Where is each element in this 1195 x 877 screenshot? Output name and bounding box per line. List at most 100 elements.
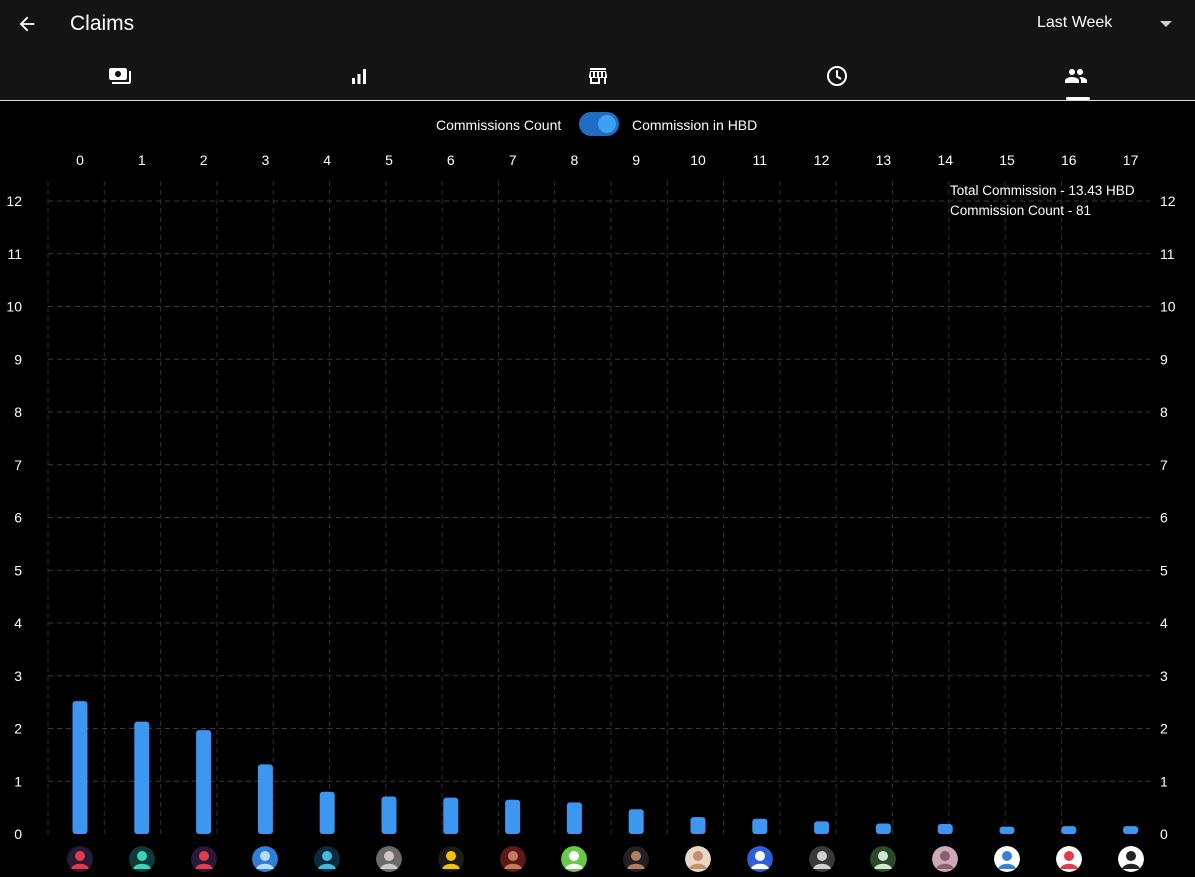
y-tick-right: 5	[1160, 562, 1168, 578]
user-avatar[interactable]	[994, 846, 1020, 872]
metric-toggle-row: Commissions Count Commission in HBD	[0, 112, 1195, 140]
x-tick-label: 5	[385, 152, 393, 168]
y-tick-right: 9	[1160, 351, 1168, 367]
tab-bar	[0, 52, 1195, 100]
user-avatar[interactable]	[932, 846, 959, 872]
y-tick-right: 2	[1160, 721, 1168, 737]
total-commission-text: Total Commission - 13.43 HBD	[950, 183, 1135, 198]
user-avatar[interactable]	[870, 846, 897, 872]
bar	[1123, 826, 1139, 834]
y-tick-right: 1	[1160, 773, 1168, 789]
bar	[381, 796, 397, 834]
user-avatar[interactable]	[376, 846, 402, 872]
y-tick-right: 4	[1160, 615, 1168, 631]
back-button[interactable]	[14, 11, 40, 37]
avatar-image-icon	[128, 846, 155, 872]
x-tick-label: 12	[814, 152, 830, 168]
x-tick-label: 0	[76, 152, 84, 168]
y-tick-left: 7	[14, 457, 22, 473]
user-avatar[interactable]	[1055, 846, 1082, 872]
tab-referrals[interactable]	[956, 52, 1195, 100]
x-tick-label: 13	[876, 152, 892, 168]
y-tick-left: 11	[7, 246, 22, 262]
y-tick-left: 5	[14, 562, 22, 578]
x-tick-label: 15	[999, 152, 1015, 168]
avatar-image-icon	[67, 846, 93, 872]
bar	[690, 817, 706, 834]
avatar-image-icon	[376, 846, 402, 872]
avatar-image-icon	[685, 846, 711, 872]
y-tick-left: 0	[14, 826, 22, 842]
bar	[319, 791, 335, 834]
page-title: Claims	[70, 12, 135, 35]
avatar-image-icon	[994, 846, 1020, 872]
people-icon	[1064, 69, 1087, 83]
user-avatar[interactable]	[190, 846, 217, 872]
date-range-value: Last Week	[1037, 14, 1113, 31]
avatar-image-icon	[623, 846, 650, 872]
arrow-back-icon	[19, 16, 35, 32]
avatar-image-icon	[561, 846, 588, 872]
avatar-image-icon	[499, 846, 526, 872]
user-avatar[interactable]	[437, 846, 464, 872]
clock-icon	[826, 66, 847, 86]
x-tick-label: 6	[447, 152, 455, 168]
bar	[999, 826, 1015, 834]
x-tick-label: 4	[323, 152, 331, 168]
user-avatar[interactable]	[67, 846, 93, 872]
y-tick-right: 7	[1160, 457, 1168, 473]
bar	[443, 797, 459, 834]
y-tick-left: 9	[14, 351, 22, 367]
y-tick-right: 12	[1160, 193, 1176, 209]
avatar-image-icon	[746, 846, 773, 872]
bar-chart-icon	[351, 69, 366, 84]
y-tick-right: 8	[1160, 404, 1168, 420]
tab-store[interactable]	[478, 52, 717, 100]
user-avatar[interactable]	[1117, 846, 1144, 872]
bar	[875, 823, 891, 834]
x-tick-label: 10	[690, 152, 706, 168]
y-tick-right: 3	[1160, 668, 1168, 684]
y-tick-left: 6	[14, 510, 22, 526]
user-avatar[interactable]	[314, 846, 341, 872]
date-range-dropdown[interactable]: Last Week	[1037, 12, 1177, 36]
y-tick-left: 4	[14, 615, 22, 631]
y-tick-left: 2	[14, 721, 22, 737]
x-tick-label: 11	[753, 152, 768, 168]
user-avatar[interactable]	[623, 846, 650, 872]
user-avatar[interactable]	[808, 846, 835, 872]
user-avatar[interactable]	[499, 846, 526, 872]
user-avatar[interactable]	[746, 846, 773, 872]
user-avatar[interactable]	[128, 846, 155, 872]
toggle-label-hbd: Commission in HBD	[632, 117, 758, 133]
bar	[814, 821, 830, 834]
bar	[134, 721, 150, 834]
bar	[1061, 826, 1077, 834]
y-tick-left: 10	[6, 299, 22, 315]
chart-summary: Total Commission - 13.43 HBD Commission …	[950, 181, 1135, 221]
x-tick-label: 17	[1123, 152, 1139, 168]
bar	[196, 730, 212, 834]
avatar-image-icon	[190, 846, 217, 872]
bar	[72, 701, 88, 834]
y-tick-left: 8	[14, 404, 22, 420]
y-tick-right: 0	[1160, 826, 1168, 842]
user-avatar[interactable]	[561, 846, 588, 872]
avatar-image-icon	[1055, 846, 1082, 872]
bar	[505, 799, 521, 834]
y-tick-right: 11	[1160, 246, 1175, 262]
avatar-image-icon	[314, 846, 341, 872]
toggle-label-count: Commissions Count	[436, 117, 562, 133]
user-avatar[interactable]	[252, 846, 279, 872]
tab-cash[interactable]	[0, 52, 239, 100]
tab-stats[interactable]	[239, 52, 478, 100]
bar	[752, 818, 768, 834]
metric-switch[interactable]	[579, 112, 619, 136]
user-avatar[interactable]	[685, 846, 711, 872]
bar	[937, 823, 953, 834]
cash-icon	[108, 68, 131, 84]
tab-history[interactable]	[717, 52, 956, 100]
x-tick-label: 2	[200, 152, 208, 168]
app-bar: Claims Last Week	[0, 0, 1195, 101]
x-tick-label: 14	[937, 152, 953, 168]
